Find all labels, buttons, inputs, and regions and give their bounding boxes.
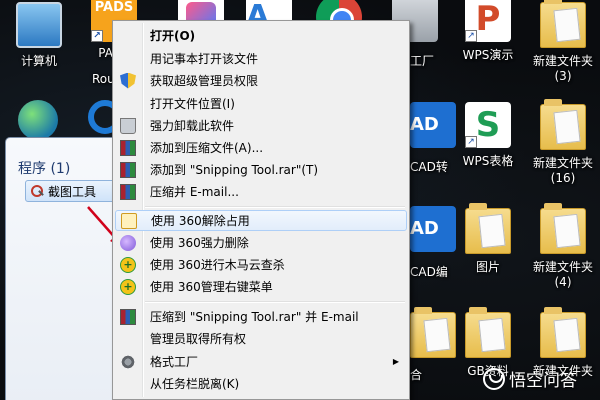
menu-item-360-trojan-scan[interactable]: + 使用 360进行木马云查杀 — [115, 254, 407, 275]
menu-item-label: 使用 360进行木马云查杀 — [150, 258, 285, 272]
submenu-arrow-icon: ▶ — [392, 357, 399, 366]
shortcut-arrow-icon: ↗ — [465, 30, 477, 42]
desktop-icon-new-folder-4[interactable]: 新建文件夹 (4) — [526, 203, 600, 290]
folder-icon — [465, 203, 511, 254]
blank-icon — [120, 376, 136, 392]
desktop-icon-label: 新建文件夹 — [532, 260, 593, 274]
menu-item-open[interactable]: 打开(O) — [115, 25, 407, 46]
menu-item-label: 使用 360强力删除 — [150, 236, 249, 250]
menu-item-label: 添加到压缩文件(A)... — [150, 141, 264, 155]
shortcut-arrow-icon: ↗ — [91, 30, 103, 42]
scissors-icon — [30, 184, 44, 198]
winrar-icon — [120, 183, 136, 200]
menu-item-compress-rar-email[interactable]: 压缩到 "Snipping Tool.rar" 并 E-mail — [115, 306, 407, 327]
menu-item-open-location[interactable]: 打开文件位置(I) — [115, 93, 407, 114]
scan-360-icon: + — [120, 256, 136, 273]
desktop-icon-sublabel: (4) — [554, 275, 572, 289]
cad-icon[interactable]: AD — [410, 102, 456, 148]
menu-item-label: 使用 360解除占用 — [151, 214, 250, 228]
computer-icon — [16, 2, 62, 48]
desktop-icon-label: WPS表格 — [462, 154, 514, 168]
menu-item-360-manage-menu[interactable]: + 使用 360管理右键菜单 — [115, 276, 407, 297]
menu-item-label: 管理员取得所有权 — [150, 332, 247, 346]
wps-spreadsheet-icon: ↗ — [465, 102, 511, 148]
wukong-logo-icon — [483, 367, 505, 390]
desktop-icon-label: 计算机 — [20, 54, 57, 68]
format-factory-icon — [120, 353, 136, 370]
context-menu: 打开(O) 用记事本打开该文件 获取超级管理员权限 打开文件位置(I) 强力卸载… — [112, 20, 410, 400]
desktop-icon-label: 工厂 — [410, 54, 435, 68]
menu-item-open-notepad[interactable]: 用记事本打开该文件 — [115, 48, 407, 69]
folder-icon — [540, 99, 586, 150]
menu-item-format-factory[interactable]: 格式工厂 ▶ — [115, 351, 407, 372]
watermark-text: 悟空问答 — [509, 371, 577, 391]
menu-item-label: 从任务栏脱离(K) — [150, 377, 240, 391]
cad-icon[interactable]: AD — [410, 206, 456, 252]
folder-icon[interactable] — [410, 307, 456, 358]
desktop-icon-label: CAD转 — [410, 160, 448, 174]
watermark: 悟空问答 — [483, 366, 577, 391]
winrar-icon — [120, 139, 136, 156]
uac-shield-icon — [120, 72, 136, 89]
menu-item-label: 使用 360管理右键菜单 — [150, 280, 273, 294]
desktop-icon-sublabel: (3) — [554, 69, 572, 83]
desktop-icon-label: 图片 — [475, 260, 500, 274]
menu-item-label: 打开(O) — [150, 29, 196, 43]
menu-item-compress-email[interactable]: 压缩并 E-mail... — [115, 181, 407, 202]
winrar-icon — [120, 308, 136, 325]
recycle-bin-icon — [120, 117, 136, 134]
folder-icon — [465, 307, 511, 358]
menu-item-label: 添加到 "Snipping Tool.rar"(T) — [150, 163, 319, 177]
desktop-icon-label: 新建文件夹 — [532, 54, 593, 68]
menu-item-add-to-rar[interactable]: 添加到 "Snipping Tool.rar"(T) — [115, 159, 407, 180]
menu-item-add-archive[interactable]: 添加到压缩文件(A)... — [115, 137, 407, 158]
blank-icon — [120, 331, 136, 347]
unlock-360-icon — [121, 212, 137, 229]
wps-presentation-icon: ↗ — [465, 0, 511, 42]
menu-separator — [145, 301, 405, 303]
menu-item-label: 打开文件位置(I) — [150, 97, 235, 111]
menu-item-label: 格式工厂 — [150, 355, 199, 369]
menu-item-label: 压缩并 E-mail... — [150, 185, 239, 199]
folder-icon — [540, 307, 586, 358]
folder-icon — [540, 203, 586, 254]
menu-item-label: 获取超级管理员权限 — [150, 74, 259, 88]
menu-item-get-admin[interactable]: 获取超级管理员权限 — [115, 70, 407, 91]
folder-icon — [540, 0, 586, 48]
pads-logo-text: PADS — [94, 0, 134, 15]
blank-icon — [120, 96, 136, 112]
desktop-icon-sublabel: (16) — [550, 171, 576, 185]
winrar-icon — [120, 161, 136, 178]
blank-icon — [120, 28, 136, 44]
start-result-label: 截图工具 — [48, 184, 97, 199]
menu-separator — [145, 206, 405, 208]
desktop-icon-label: 合 — [410, 368, 423, 382]
programs-section-title: 程序 (1) — [18, 161, 71, 177]
menu-item-360-unlock[interactable]: 使用 360解除占用 — [115, 210, 407, 231]
network-icon — [18, 100, 58, 140]
shred-360-icon — [120, 234, 136, 251]
desktop-icon-new-folder-3[interactable]: 新建文件夹 (3) — [526, 0, 600, 84]
menu-item-force-uninstall[interactable]: 强力卸载此软件 — [115, 115, 407, 136]
blank-icon — [120, 51, 136, 67]
menu-item-label: 压缩到 "Snipping Tool.rar" 并 E-mail — [150, 310, 359, 324]
desktop-icon-pictures[interactable]: 图片 — [451, 203, 525, 275]
desktop-icon-wps-spreadsheet[interactable]: ↗ WPS表格 — [451, 102, 525, 169]
menu-item-label: 强力卸载此软件 — [150, 119, 235, 133]
menu-item-unpin-taskbar[interactable]: 从任务栏脱离(K) — [115, 373, 407, 394]
start-result-snipping-tool[interactable]: 截图工具 — [25, 180, 125, 202]
menu-item-360-shred[interactable]: 使用 360强力删除 — [115, 232, 407, 253]
desktop-icon-wps-presentation[interactable]: ↗ WPS演示 — [451, 0, 525, 63]
desktop-icon-computer[interactable]: 计算机 — [2, 2, 76, 69]
desktop-icon-new-folder-16[interactable]: 新建文件夹 (16) — [526, 99, 600, 186]
shortcut-arrow-icon: ↗ — [465, 136, 477, 148]
desktop-icon-label: WPS演示 — [462, 48, 514, 62]
desktop-icon-label: 新建文件夹 — [532, 156, 593, 170]
menu-360-icon: + — [120, 278, 136, 295]
menu-item-take-ownership[interactable]: 管理员取得所有权 — [115, 328, 407, 349]
desktop-icon-label: CAD编 — [410, 265, 448, 279]
menu-item-label: 用记事本打开该文件 — [150, 52, 259, 66]
